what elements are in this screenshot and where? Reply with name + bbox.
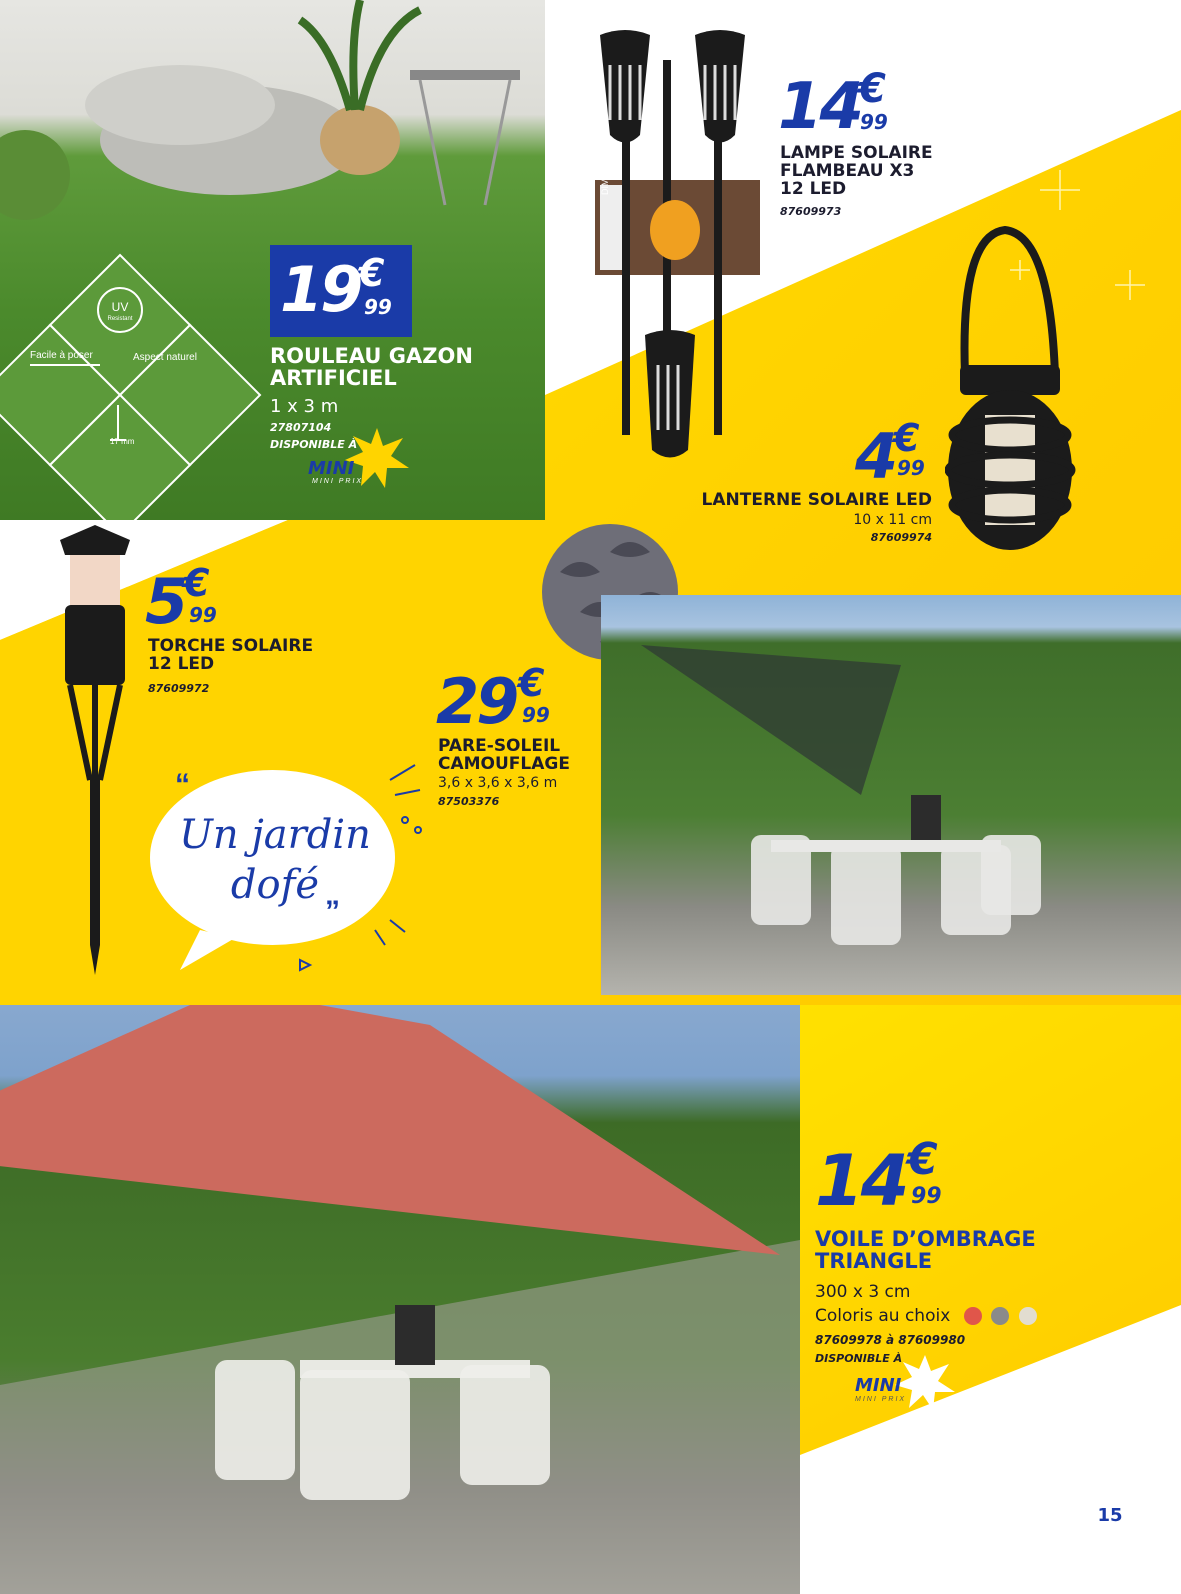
product-ref-torche: 87609972	[148, 682, 210, 695]
price-cents: 99	[189, 603, 217, 627]
product-dimensions-gazon: 1 x 3 m	[270, 396, 339, 417]
price-box-gazon: 19 € 99	[270, 245, 412, 337]
color-swatch-beige[interactable]	[1018, 1307, 1037, 1325]
product-image-torche	[60, 525, 130, 975]
photo-patio-triangle-sail	[0, 1005, 800, 1594]
price-currency: €	[858, 66, 886, 112]
uv-badge-label: UV	[111, 300, 129, 314]
price-cents: 99	[364, 295, 392, 319]
product-ref-paresoleil: 87503376	[438, 795, 500, 808]
colors-label: Coloris au choix	[815, 1306, 951, 1326]
quote-open-mark: “	[175, 768, 190, 801]
product-image-lanterne	[945, 225, 1076, 550]
price-cents: 99	[897, 456, 925, 480]
product-ref-gazon: 27807104	[270, 421, 332, 434]
uv-badge-sublabel: Resistant	[107, 316, 133, 322]
store-logo-sub-voile: MINI PRIX	[855, 1396, 907, 1403]
product-name-lanterne: LANTERNE SOLAIRE LED	[701, 490, 932, 510]
packaging-brand: DIMGARDEN	[600, 139, 610, 195]
natural-look-badge: Aspect naturel	[133, 352, 197, 363]
price-currency: €	[893, 416, 920, 460]
price-cents: 99	[860, 110, 888, 134]
page-number: 15	[1097, 1505, 1123, 1526]
price-cents: 99	[911, 1184, 942, 1209]
price-currency: €	[907, 1134, 938, 1185]
price-paresoleil: 29 € 99	[436, 661, 550, 738]
product-dimensions-voile: 300 x 3 cm	[815, 1282, 911, 1302]
price-main: 4	[855, 420, 898, 493]
color-swatch-grey[interactable]	[991, 1307, 1010, 1325]
price-cents: 99	[522, 703, 550, 727]
price-main: 5	[145, 565, 188, 638]
grass-height-badge: 17 mm	[110, 437, 135, 446]
price-flambeau: 14 € 99	[778, 66, 888, 144]
easy-install-badge: Facile à poser	[30, 350, 93, 361]
store-logo-voile: MINI	[855, 1375, 902, 1396]
price-currency: €	[518, 661, 545, 705]
product-image-flambeau	[595, 30, 760, 458]
quote-close-mark: ”	[325, 895, 340, 928]
price-main: 14	[815, 1140, 909, 1222]
price-currency: €	[358, 251, 385, 295]
product-name-gazon: ROULEAU GAZON ARTIFICIEL	[270, 344, 473, 391]
price-main: 19	[280, 253, 363, 326]
availability-voile: DISPONIBLE À	[815, 1352, 903, 1365]
product-ref-flambeau: 87609973	[780, 205, 842, 218]
quote-text: Un jardin dofé	[179, 812, 371, 908]
price-main: 29	[436, 665, 519, 738]
product-colors-voile: Coloris au choix	[815, 1306, 1037, 1326]
product-name-flambeau: LAMPE SOLAIRE FLAMBEAU X3 12 LED	[780, 143, 933, 199]
product-name-voile: VOILE D’OMBRAGE TRIANGLE	[815, 1227, 1036, 1274]
store-logo-gazon: MINI	[308, 458, 355, 479]
product-dimensions-lanterne: 10 x 11 cm	[853, 512, 932, 528]
price-main: 14	[778, 70, 864, 144]
price-voile: 14 € 99	[815, 1134, 942, 1222]
price-torche: 5 € 99	[145, 561, 217, 638]
photo-patio-camouflage	[601, 595, 1181, 995]
product-dimensions-paresoleil: 3,6 x 3,6 x 3,6 m	[438, 775, 558, 791]
product-ref-voile: 87609978 à 87609980	[815, 1333, 966, 1347]
product-name-torche: TORCHE SOLAIRE 12 LED	[148, 636, 314, 674]
product-name-paresoleil: PARE-SOLEIL CAMOUFLAGE	[438, 736, 570, 774]
color-swatch-red[interactable]	[963, 1307, 982, 1325]
price-lanterne: 4 € 99	[855, 416, 925, 493]
price-currency: €	[183, 561, 210, 605]
product-ref-lanterne: 87609974	[870, 531, 932, 544]
store-logo-sub-gazon: MINI PRIX	[312, 478, 364, 485]
